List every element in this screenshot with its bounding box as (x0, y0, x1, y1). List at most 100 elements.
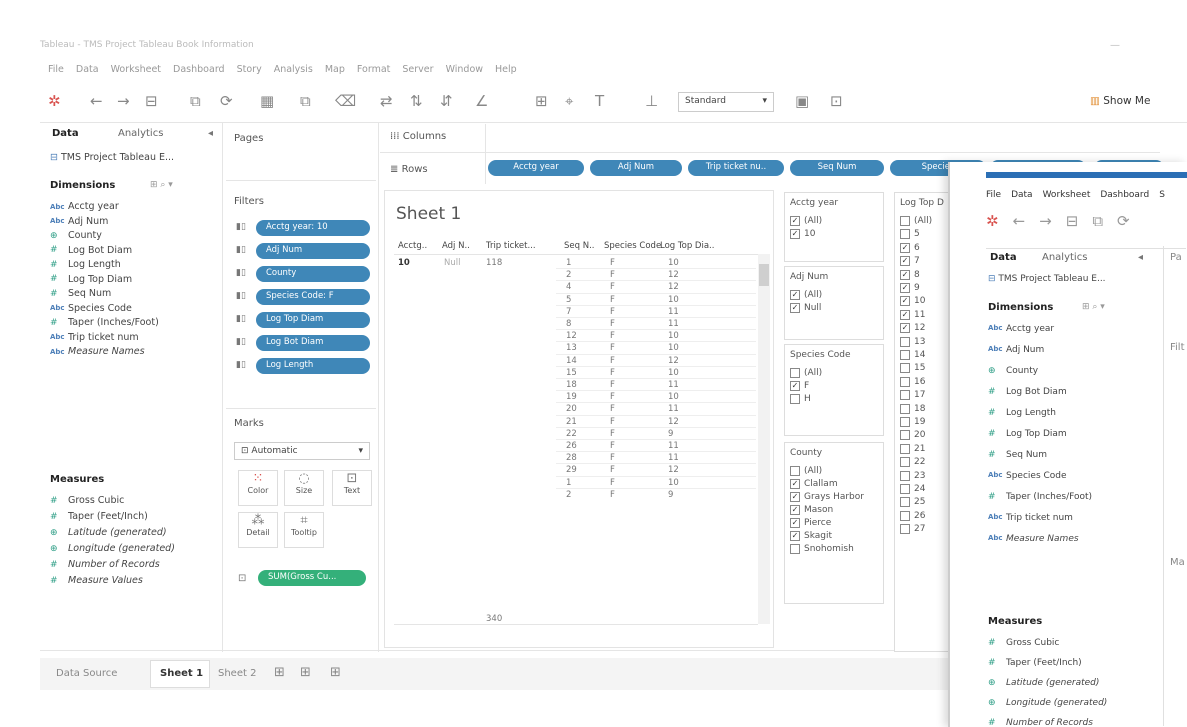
overlay-collapse-icon[interactable]: ◂ (1138, 252, 1143, 263)
checkbox-icon[interactable] (900, 376, 910, 387)
save-icon[interactable]: ⊟ (145, 92, 158, 110)
group-icon[interactable]: ⊞ (535, 92, 548, 110)
overlay-menu-item[interactable]: Worksheet (1043, 190, 1091, 200)
checkbox-icon[interactable] (900, 457, 910, 468)
overlay-dimensions-tools-icon[interactable]: ⊞ ⌕ ▾ (1082, 302, 1105, 312)
overlay-tab-analytics[interactable]: Analytics (1042, 252, 1087, 263)
checkbox-icon[interactable] (900, 417, 910, 427)
checked-checkbox-icon[interactable]: ✓ (790, 518, 800, 528)
checkbox-icon[interactable] (790, 394, 800, 404)
filter-option[interactable]: 21 (900, 443, 925, 454)
filter-option[interactable]: 27 (900, 524, 925, 535)
sort-desc-icon[interactable]: ⇵ (440, 92, 453, 110)
dimension-field[interactable]: # Taper (Inches/Foot) (50, 317, 159, 328)
filter-option[interactable]: 26 (900, 510, 925, 521)
overlay-measure-field[interactable]: ⊕ Longitude (generated) (988, 698, 1107, 708)
menu-item[interactable]: Server (402, 64, 433, 75)
dimensions-tools-icon[interactable]: ⊞ ⌕ ▾ (150, 180, 173, 190)
pin-icon[interactable]: ⌖ (565, 92, 573, 110)
filter-pill[interactable]: Log Top Diam (256, 312, 370, 328)
overlay-forward-icon[interactable]: → (1039, 212, 1052, 230)
filter-option[interactable]: 19 (900, 417, 925, 427)
filter-option[interactable]: 24 (900, 484, 925, 494)
checkbox-icon[interactable] (900, 484, 910, 494)
tab-sheet1[interactable]: Sheet 1 (160, 668, 203, 679)
menu-item[interactable]: Window (446, 64, 483, 75)
overlay-menu-item[interactable]: Dashboard (1100, 190, 1149, 200)
row-pill[interactable]: Acctg year (488, 160, 584, 176)
overlay-measure-field[interactable]: # Number of Records (988, 718, 1093, 727)
tab-data[interactable]: Data (52, 128, 79, 139)
menu-item[interactable]: Worksheet (111, 64, 161, 75)
filter-option[interactable]: ✓ (All) (790, 290, 822, 300)
present-icon[interactable]: ▣ (795, 92, 809, 110)
menu-item[interactable]: File (48, 64, 64, 75)
dimension-field[interactable]: ⊕ County (50, 230, 102, 241)
filter-option[interactable]: 13 (900, 336, 925, 347)
clear-sheet-icon[interactable]: ⌫ (335, 92, 356, 110)
highlight-icon[interactable]: ∠ (475, 92, 488, 110)
new-dashboard-tab-icon[interactable]: ⊞ (300, 665, 311, 680)
overlay-refresh-icon[interactable]: ⟳ (1117, 212, 1130, 230)
label-icon[interactable]: T (595, 92, 604, 110)
filter-option[interactable]: 15 (900, 363, 925, 374)
fit-dropdown[interactable]: Standard ▾ (678, 92, 774, 112)
filter-pill[interactable]: County (256, 266, 370, 282)
filter-option[interactable]: 22 (900, 457, 925, 468)
filter-option[interactable]: H (790, 394, 811, 404)
overlay-back-icon[interactable]: ← (1013, 212, 1026, 230)
filter-option[interactable]: ✓ Mason (790, 505, 833, 515)
overlay-dimension-field[interactable]: # Log Bot Diam (988, 387, 1067, 397)
checked-checkbox-icon[interactable]: ✓ (790, 216, 800, 226)
filter-option[interactable]: ✓ 10 (790, 229, 815, 239)
dimension-field[interactable]: # Log Bot Diam (50, 245, 132, 256)
menu-item[interactable]: Format (357, 64, 390, 75)
overlay-datasource-icon[interactable]: ⧉ (1092, 212, 1103, 230)
overlay-dimension-field[interactable]: Abc Adj Num (988, 345, 1044, 355)
column-header[interactable]: Seq N.. (564, 241, 595, 251)
measure-field[interactable]: ⊕ Latitude (generated) (50, 527, 167, 538)
measure-field[interactable]: # Number of Records (50, 559, 160, 570)
checked-checkbox-icon[interactable]: ✓ (790, 531, 800, 541)
filter-option[interactable]: 18 (900, 403, 925, 414)
new-worksheet-icon[interactable]: ▦ (260, 92, 274, 110)
column-header[interactable]: Species Code (604, 241, 661, 251)
dimension-field[interactable]: # Log Length (50, 259, 121, 270)
filter-option[interactable]: ✓ 7 (900, 256, 920, 267)
checkbox-icon[interactable] (900, 470, 910, 481)
back-icon[interactable]: ← (90, 92, 103, 110)
fix-axes-icon[interactable]: ⊥ (645, 92, 658, 110)
filter-option[interactable]: 17 (900, 390, 925, 401)
filter-option[interactable]: ✓ Null (790, 303, 821, 313)
mark-type-dropdown[interactable]: ⊡ Automatic ▾ (234, 442, 370, 460)
checkbox-icon[interactable] (790, 368, 800, 378)
filter-pill[interactable]: Log Length (256, 358, 370, 374)
dimension-field[interactable]: Abc Acctg year (50, 201, 119, 212)
filter-option[interactable]: 16 (900, 376, 925, 387)
filter-pill[interactable]: Log Bot Diam (256, 335, 370, 351)
filter-option[interactable]: ✓ (All) (790, 216, 822, 226)
filter-option[interactable]: ✓ 11 (900, 309, 925, 320)
column-header[interactable]: Trip ticket... (486, 241, 536, 251)
measure-field[interactable]: # Taper (Feet/Inch) (50, 511, 148, 522)
vertical-scrollbar[interactable] (758, 254, 770, 624)
filter-option[interactable]: (All) (790, 466, 822, 476)
checked-checkbox-icon[interactable]: ✓ (790, 229, 800, 239)
filter-option[interactable]: 25 (900, 497, 925, 508)
filter-option[interactable]: ✓ 6 (900, 242, 920, 253)
checked-checkbox-icon[interactable]: ✓ (790, 290, 800, 300)
overlay-dimension-field[interactable]: Abc Species Code (988, 471, 1067, 481)
marks-color-button[interactable]: ⁙ Color (238, 470, 278, 506)
filter-option[interactable]: (All) (790, 368, 822, 378)
checkbox-icon[interactable] (790, 544, 800, 554)
swap-icon[interactable]: ⇄ (380, 92, 393, 110)
new-datasource-icon[interactable]: ⧉ (190, 92, 201, 110)
column-header[interactable]: Log Top Dia.. (660, 241, 714, 251)
minimize-icon[interactable]: — (1110, 40, 1120, 51)
checkbox-icon[interactable] (900, 510, 910, 521)
checkbox-icon[interactable] (900, 403, 910, 414)
measure-field[interactable]: # Measure Values (50, 575, 143, 586)
dimension-field[interactable]: # Log Top Diam (50, 274, 132, 285)
checkbox-icon[interactable] (900, 390, 910, 401)
checked-checkbox-icon[interactable]: ✓ (790, 505, 800, 515)
